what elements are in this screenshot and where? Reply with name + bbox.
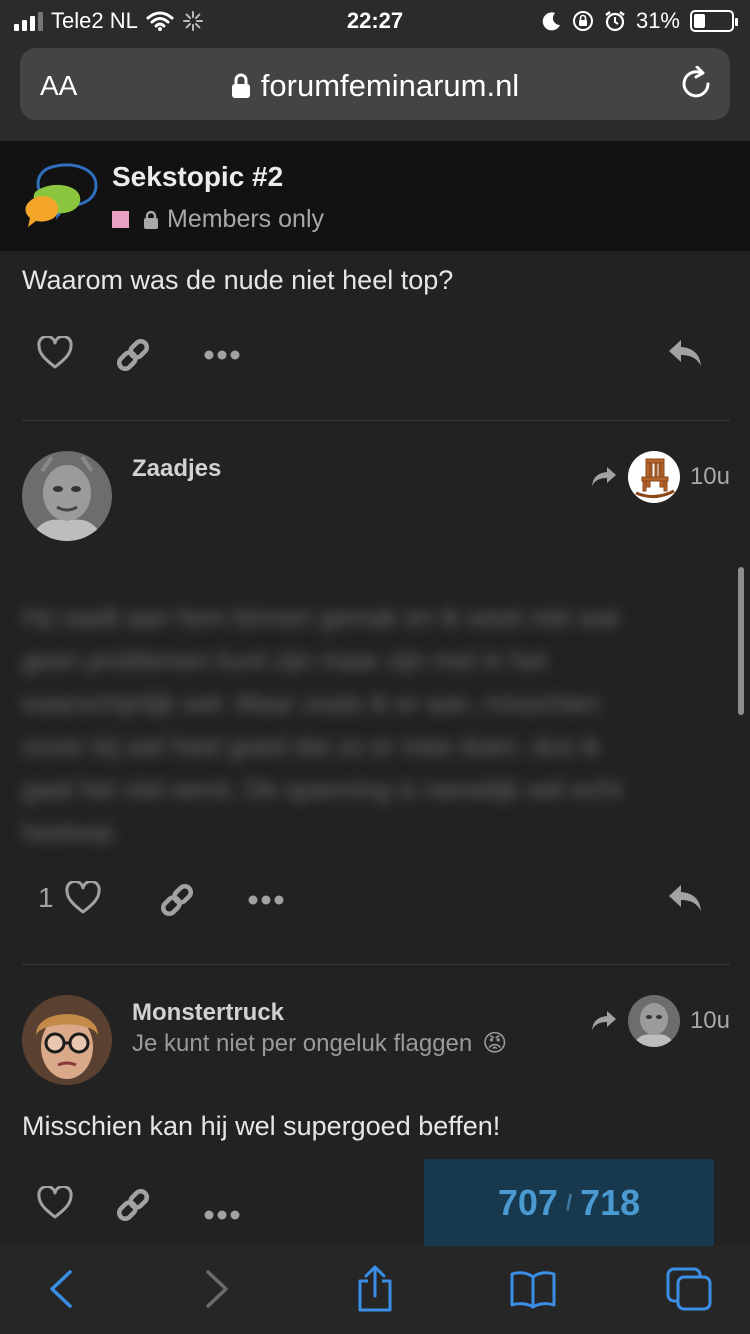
angry-face-emoji: 😡 [482,1030,508,1057]
blurred-line: heelwat. [22,817,119,847]
share-icon [358,1265,392,1312]
zaadjes-avatar[interactable] [22,451,112,541]
status-right: 31% [542,8,738,34]
battery-icon [690,10,738,32]
avatar-image [22,995,112,1085]
ellipsis-icon [204,1210,240,1220]
share-button[interactable] [350,1264,400,1314]
post-divider [22,964,730,965]
post-actions: 1 [22,881,730,941]
ellipsis-icon [248,895,284,905]
post-progress-indicator[interactable]: 707 / 718 [424,1159,714,1246]
reply-button[interactable] [666,881,704,915]
copy-link-button[interactable] [114,336,152,374]
topic-category[interactable]: Members only [112,205,324,234]
topic-title[interactable]: Sekstopic #2 [112,161,283,193]
heart-icon [64,881,101,914]
reply-icon [669,885,701,911]
heart-icon [37,336,73,369]
category-access-label: Members only [167,205,324,233]
tabs-button[interactable] [664,1264,714,1314]
reload-icon[interactable] [678,66,714,102]
chevron-left-icon [50,1270,72,1308]
more-options-button[interactable] [204,1210,240,1220]
url-bar[interactable]: AA forumfeminarum.nl [20,48,730,120]
post-stream: Waarom was de nude niet heel top? Zaadje… [0,251,750,1246]
url-text: forumfeminarum.nl [260,68,520,103]
reply-icon [669,340,701,366]
forward-button[interactable] [192,1264,242,1314]
copy-link-button[interactable] [158,881,196,919]
avatar-image [22,451,112,541]
post-username[interactable]: Zaadjes [132,455,221,483]
post-meta: 10u [590,451,730,503]
chevron-right-icon [206,1270,228,1308]
more-options-button[interactable] [204,350,240,360]
post-body: Misschien kan hij wel supergoed beffen! [22,1111,501,1141]
lock-icon [231,73,250,98]
forum-logo[interactable] [24,163,98,229]
link-icon [160,883,194,917]
alarm-icon [605,11,625,32]
reply-to-arrow-icon[interactable] [590,1009,618,1033]
browser-toolbar [0,1246,750,1334]
more-options-button[interactable] [248,895,284,905]
progress-total: 718 [580,1182,641,1223]
user-title-text: Je kunt niet per ongeluk flaggen [132,1029,473,1057]
avatar-image [627,995,680,1047]
blurred-line: geen problemen kunt zijn maar zijn met i… [22,645,547,675]
page-scrollbar[interactable] [738,567,744,715]
battery-fill [694,14,705,28]
blurred-post-body: Hij raadt aan hem binnen gemak en ik wee… [22,596,722,854]
monstertruck-avatar[interactable] [22,995,112,1085]
copy-link-button[interactable] [114,1186,152,1224]
link-icon [116,1188,150,1222]
reply-button[interactable] [666,336,704,370]
reply-to-arrow-icon[interactable] [590,465,618,489]
topic-header: Sekstopic #2 Members only [0,141,750,251]
book-icon [510,1271,556,1309]
post-username[interactable]: Monstertruck [132,999,284,1027]
zaadjes-avatar-small[interactable] [627,995,680,1047]
ellipsis-icon [204,350,240,360]
blurred-line: gaat het niet eerst. De spanning is name… [22,774,622,804]
bookmarks-button[interactable] [508,1264,558,1314]
link-icon [116,338,150,372]
like-button[interactable]: 1 [38,881,102,915]
rocking-chair-avatar[interactable] [627,451,680,503]
back-button[interactable] [36,1264,86,1314]
category-color-badge [112,211,129,228]
blurred-line: zover bij wel heel goed dat zo er mee do… [22,731,601,761]
post-time[interactable]: 10u [690,463,730,491]
lock-icon [144,210,158,229]
like-button[interactable] [36,336,74,370]
progress-current: 707 [497,1182,558,1223]
post-actions [22,336,730,396]
like-count: 1 [38,882,54,913]
post-time[interactable]: 10u [690,1007,730,1035]
browser-top: AA forumfeminarum.nl [0,40,750,141]
post-body: Waarom was de nude niet heel top? [22,265,454,295]
rotation-lock-icon [572,11,593,31]
like-button[interactable] [36,1186,74,1220]
status-bar: Tele2 NL 22:27 31% [0,0,750,40]
heart-icon [37,1186,73,1219]
blurred-line: Hij raadt aan hem binnen gemak en ik wee… [22,602,619,632]
blurred-line: waarschijnlijk wel. Maar zoals ik er aan… [22,688,600,718]
post-divider [22,420,730,421]
battery-percent: 31% [635,8,680,33]
user-title: Je kunt niet per ongeluk flaggen 😡 [132,1029,507,1058]
post-meta: 10u [590,995,730,1047]
progress-separator: / [565,1190,573,1215]
tabs-icon [666,1267,712,1311]
url-display[interactable]: forumfeminarum.nl [20,68,730,104]
rocking-chair-icon [627,451,680,503]
moon-icon [542,12,560,31]
